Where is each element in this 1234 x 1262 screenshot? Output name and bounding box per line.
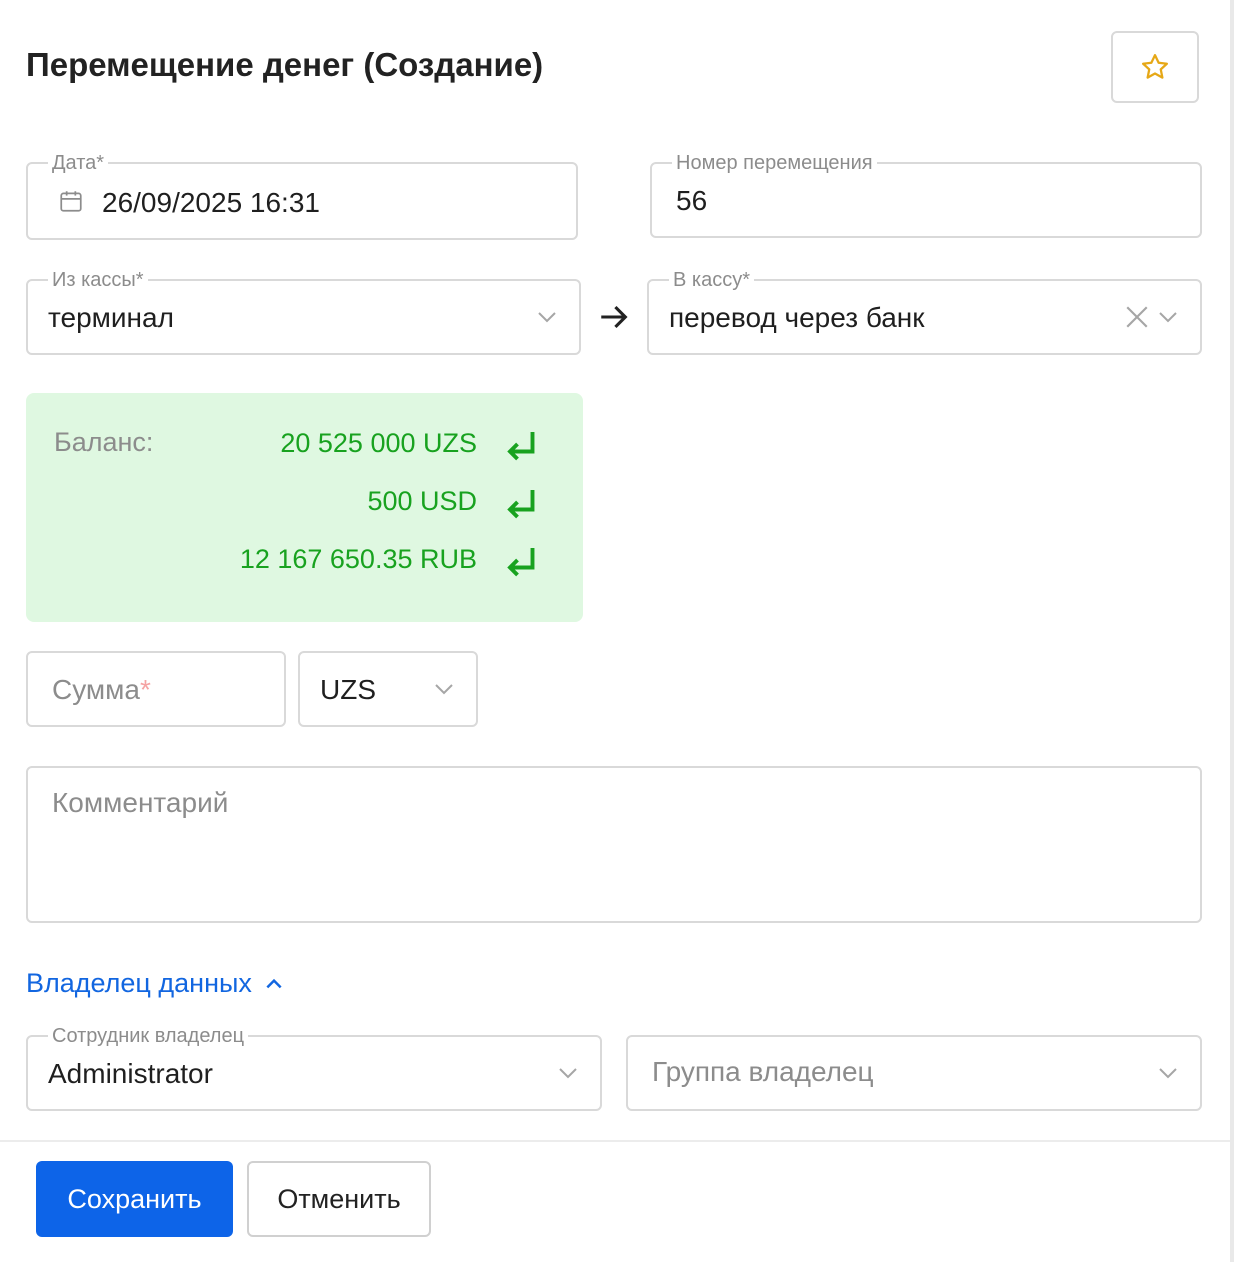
balance-label: Баланс: — [54, 427, 154, 457]
chevron-down-icon — [1159, 312, 1177, 323]
from-cash-select[interactable]: Из кассы* терминал — [26, 268, 581, 355]
employee-owner-label: Сотрудник владелец — [48, 1024, 249, 1048]
currency-value: UZS — [320, 674, 376, 705]
date-field[interactable]: Дата* 26/09/2025 16:31 — [26, 151, 578, 240]
enter-arrow-icon[interactable] — [504, 429, 540, 465]
save-button[interactable]: Сохранить — [36, 1161, 233, 1237]
arrow-right-icon — [601, 305, 628, 329]
balance-panel: Баланс: 20 525 000 UZS 500 USD 12 167 65… — [26, 393, 583, 622]
chevron-down-icon — [538, 312, 556, 323]
chevron-up-icon — [266, 978, 282, 988]
chevron-down-icon — [1159, 1068, 1177, 1079]
to-cash-label: В кассу* — [669, 268, 754, 292]
amount-placeholder: Сумма* — [52, 673, 151, 707]
comment-placeholder: Комментарий — [52, 787, 229, 818]
to-cash-value: перевод через банк — [669, 302, 925, 333]
transfer-number-field[interactable]: Номер перемещения 56 — [650, 151, 1202, 238]
group-owner-placeholder: Группа владелец — [652, 1056, 874, 1087]
comment-textarea[interactable]: Комментарий — [26, 766, 1202, 923]
star-icon — [1142, 54, 1168, 79]
chevron-down-icon — [559, 1068, 577, 1079]
currency-select[interactable]: UZS — [298, 651, 478, 727]
enter-arrow-icon[interactable] — [504, 487, 540, 523]
data-owner-toggle[interactable]: Владелец данных — [26, 968, 284, 999]
from-cash-label: Из кассы* — [48, 268, 148, 292]
employee-owner-value: Administrator — [48, 1058, 213, 1089]
date-label: Дата* — [48, 151, 109, 175]
balance-row-uzs: 20 525 000 UZS — [280, 428, 477, 458]
amount-input[interactable]: Сумма* — [26, 651, 286, 727]
page-title: Перемещение денег (Создание) — [26, 46, 544, 83]
panel-edge — [1230, 0, 1234, 1262]
clear-icon[interactable] — [1124, 304, 1150, 330]
group-owner-select[interactable]: Группа владелец — [626, 1035, 1202, 1111]
date-value: 26/09/2025 16:31 — [102, 187, 320, 218]
enter-arrow-icon[interactable] — [504, 545, 540, 581]
chevron-down-icon — [435, 684, 453, 695]
transfer-number-value: 56 — [676, 185, 708, 216]
balance-row-rub: 12 167 650.35 RUB — [239, 544, 477, 574]
employee-owner-select[interactable]: Сотрудник владелец Administrator — [26, 1024, 602, 1111]
to-cash-select[interactable]: В кассу* перевод через банк — [647, 268, 1202, 355]
balance-row-usd: 500 USD — [367, 486, 477, 516]
data-owner-label: Владелец данных — [26, 968, 252, 998]
transfer-number-label: Номер перемещения — [672, 151, 877, 175]
required-mark: * — [139, 674, 151, 705]
calendar-icon — [60, 191, 82, 212]
favorite-button[interactable] — [1111, 31, 1199, 103]
amount-placeholder-text: Сумма — [52, 674, 140, 705]
cancel-button[interactable]: Отменить — [247, 1161, 431, 1237]
from-cash-value: терминал — [48, 302, 174, 333]
